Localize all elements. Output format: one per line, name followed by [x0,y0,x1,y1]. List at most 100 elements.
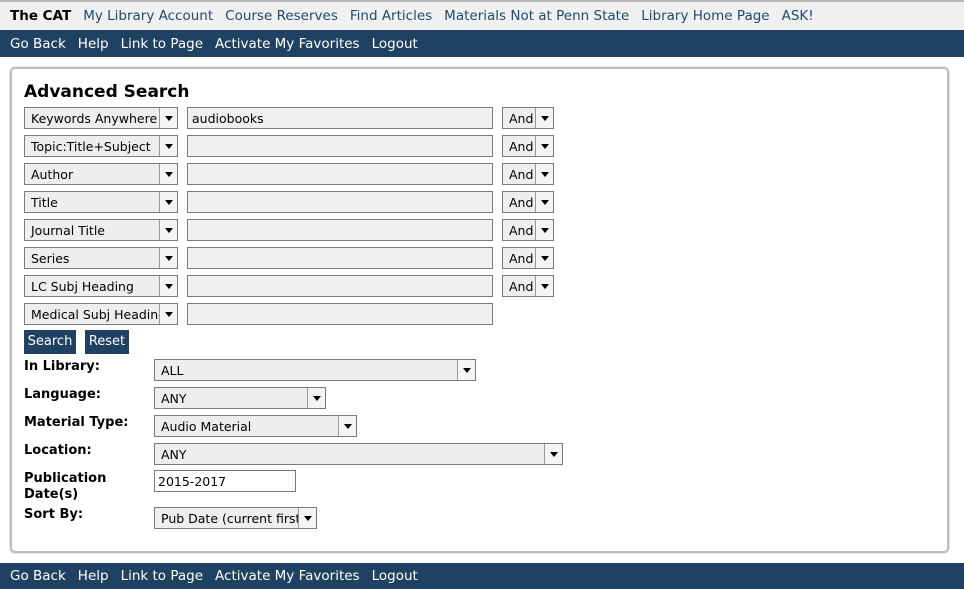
boolean-op-value: And [509,223,534,238]
field-select-value: Series [31,251,70,266]
field-select-8[interactable]: Medical Subj Heading [24,303,178,325]
boolean-op-value: And [509,279,534,294]
in-library-value: ALL [161,363,184,378]
chevron-down-icon [535,108,553,128]
activate-favorites-link[interactable]: Activate My Favorites [215,36,360,52]
chevron-down-icon [338,416,356,436]
chevron-down-icon [535,136,553,156]
boolean-op-value: And [509,251,534,266]
find-articles-link[interactable]: Find Articles [350,8,432,24]
page-title: Advanced Search [24,82,190,102]
top-links-bar: The CAT My Library Account Course Reserv… [0,0,964,30]
boolean-op-select-1[interactable]: And [502,107,554,129]
field-select-6[interactable]: Series [24,247,178,269]
logout-link[interactable]: Logout [372,36,418,52]
material-type-label: Material Type: [24,415,129,430]
search-term-input-2[interactable] [187,135,493,157]
search-button[interactable]: Search [24,330,76,354]
boolean-op-value: And [509,139,534,154]
publication-dates-value: 2015-2017 [158,474,227,489]
chevron-down-icon [159,164,177,184]
library-home-page-link[interactable]: Library Home Page [641,8,769,24]
chevron-down-icon [535,276,553,296]
reset-button[interactable]: Reset [85,330,129,354]
boolean-op-select-7[interactable]: And [502,275,554,297]
search-term-value: audiobooks [192,111,264,126]
sort-by-value: Pub Date (current first) [161,511,306,526]
the-cat-home-link[interactable]: The CAT [10,8,71,24]
field-select-value: Author [31,167,74,182]
boolean-op-select-6[interactable]: And [502,247,554,269]
chevron-down-icon [535,192,553,212]
chevron-down-icon [159,220,177,240]
field-select-value: Keywords Anywhere [31,111,158,126]
language-select[interactable]: ANY [154,387,326,409]
link-to-page-link[interactable]: Link to Page [121,36,203,52]
publication-dates-input[interactable]: 2015-2017 [154,470,296,492]
chevron-down-icon [159,108,177,128]
sort-by-label: Sort By: [24,507,84,522]
in-library-label: In Library: [24,359,100,374]
field-select-1[interactable]: Keywords Anywhere [24,107,178,129]
course-reserves-link[interactable]: Course Reserves [225,8,338,24]
chevron-down-icon [298,508,316,528]
sort-by-select[interactable]: Pub Date (current first) [154,507,317,529]
logout-link[interactable]: Logout [372,568,418,584]
chevron-down-icon [159,136,177,156]
chevron-down-icon [159,248,177,268]
search-term-input-3[interactable] [187,163,493,185]
my-library-account-link[interactable]: My Library Account [83,8,213,24]
boolean-op-select-3[interactable]: And [502,163,554,185]
material-type-value: Audio Material [161,419,252,434]
boolean-op-select-5[interactable]: And [502,219,554,241]
field-select-value: Journal Title [31,223,105,238]
go-back-link[interactable]: Go Back [10,36,66,52]
help-link[interactable]: Help [78,36,109,52]
location-select[interactable]: ANY [154,443,563,465]
chevron-down-icon [535,164,553,184]
chevron-down-icon [535,248,553,268]
field-select-2[interactable]: Topic:Title+Subject [24,135,178,157]
field-select-value: Medical Subj Heading [31,307,167,322]
field-select-5[interactable]: Journal Title [24,219,178,241]
materials-not-at-psu-link[interactable]: Materials Not at Penn State [444,8,629,24]
field-select-value: Topic:Title+Subject [31,139,151,154]
location-label: Location: [24,443,92,458]
chevron-down-icon [159,276,177,296]
language-value: ANY [161,391,187,406]
chevron-down-icon [159,304,177,324]
field-select-3[interactable]: Author [24,163,178,185]
boolean-op-value: And [509,167,534,182]
search-term-input-4[interactable] [187,191,493,213]
nav-bar-bottom: Go Back Help Link to Page Activate My Fa… [0,563,964,589]
boolean-op-value: And [509,111,534,126]
field-select-value: Title [31,195,58,210]
field-select-value: LC Subj Heading [31,279,134,294]
boolean-op-select-4[interactable]: And [502,191,554,213]
chevron-down-icon [159,192,177,212]
search-term-input-8[interactable] [187,303,493,325]
boolean-op-select-2[interactable]: And [502,135,554,157]
search-term-input-7[interactable] [187,275,493,297]
nav-bar-top: Go Back Help Link to Page Activate My Fa… [0,30,964,57]
chevron-down-icon [544,444,562,464]
search-term-input-6[interactable] [187,247,493,269]
ask-link[interactable]: ASK! [782,8,814,24]
link-to-page-link[interactable]: Link to Page [121,568,203,584]
chevron-down-icon [535,220,553,240]
language-label: Language: [24,387,101,402]
help-link[interactable]: Help [78,568,109,584]
search-term-input-1[interactable]: audiobooks [187,107,493,129]
field-select-4[interactable]: Title [24,191,178,213]
chevron-down-icon [307,388,325,408]
material-type-select[interactable]: Audio Material [154,415,357,437]
go-back-link[interactable]: Go Back [10,568,66,584]
chevron-down-icon [457,360,475,380]
field-select-7[interactable]: LC Subj Heading [24,275,178,297]
publication-dates-label: Publication Date(s) [24,471,107,502]
activate-favorites-link[interactable]: Activate My Favorites [215,568,360,584]
location-value: ANY [161,447,187,462]
boolean-op-value: And [509,195,534,210]
search-term-input-5[interactable] [187,219,493,241]
in-library-select[interactable]: ALL [154,359,476,381]
